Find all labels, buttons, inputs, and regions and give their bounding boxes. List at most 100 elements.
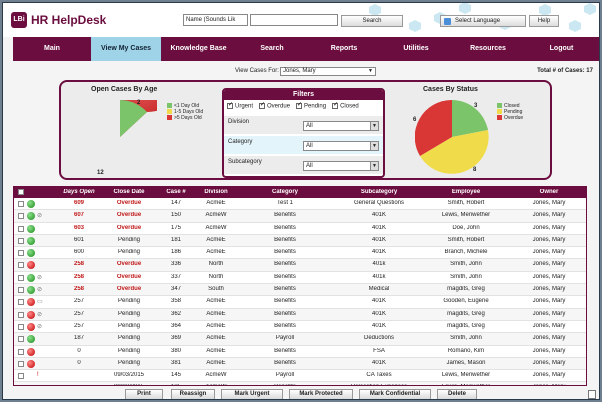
delete-button[interactable]: Delete — [437, 389, 477, 399]
nav-resources[interactable]: Resources — [452, 37, 524, 61]
cell-owner: Jones, Mary — [532, 261, 566, 268]
cell-case: 358 — [170, 298, 181, 305]
row-checkbox[interactable] — [18, 385, 24, 386]
cell-days: 0 — [77, 347, 81, 354]
age-label-2: 2 — [137, 100, 141, 106]
exclamation-icon: ! — [37, 372, 39, 379]
print-button[interactable]: Print — [125, 389, 163, 399]
total-cases: Total # of Cases: 17 — [537, 68, 593, 74]
cell-owner: Jones, Mary — [532, 273, 566, 280]
cell-close: Pending — [117, 359, 141, 366]
row-checkbox[interactable] — [18, 250, 24, 257]
checkbox[interactable] — [259, 101, 265, 109]
age-legend-item: >5 Days Old — [167, 115, 203, 121]
table-row[interactable]: 0 Pending 381 AcmeE Benefits 401K James, Mason… — [14, 357, 586, 371]
nav-logout[interactable]: Logout — [524, 37, 599, 61]
cell-case: 364 — [170, 322, 181, 329]
cell-sub: Relocation Expenses — [334, 384, 424, 385]
row-checkbox[interactable] — [18, 373, 24, 380]
view-cases-select[interactable]: Jones, Mary ▼ — [280, 67, 376, 76]
reassign-button[interactable]: Reassign — [171, 389, 215, 399]
row-checkbox[interactable] — [18, 213, 24, 220]
row-checkbox[interactable] — [18, 287, 24, 294]
filter-pending[interactable]: Pending — [296, 101, 326, 110]
col-subcategory[interactable]: Subcategory — [334, 189, 424, 195]
row-checkbox[interactable] — [18, 348, 24, 355]
cell-div: AcmeW — [205, 224, 227, 231]
cell-sub: 401K — [371, 359, 386, 366]
search-input[interactable] — [250, 14, 338, 26]
nav-utilities[interactable]: Utilities — [380, 37, 452, 61]
cell-owner: Jones, Mary — [532, 200, 566, 206]
table-row[interactable]: ⊘ 258 Overdue 347 South Benefits Medical magdit… — [14, 284, 586, 297]
table-row[interactable]: 09/03/2015135AcmeW Benefits Relocation Exp… — [14, 382, 586, 386]
row-checkbox[interactable] — [18, 336, 24, 343]
checkbox[interactable] — [332, 101, 338, 109]
col-owner[interactable]: Owner — [514, 189, 584, 195]
nav-view-my-cases[interactable]: View My Cases — [91, 37, 161, 61]
mark-protected-button[interactable]: Mark Protected — [289, 389, 353, 399]
mark-urgent-button[interactable]: Mark Urgent — [221, 389, 283, 399]
division-row: Division All ▼ — [224, 116, 383, 134]
col-employee[interactable]: Employee — [426, 189, 506, 195]
cell-owner: Jones, Mary — [532, 322, 566, 329]
cell-sub: FSA — [373, 347, 385, 354]
nav-reports[interactable]: Reports — [308, 37, 380, 61]
table-row[interactable]: 187 Pending 369 AcmeE Payroll Deductions Smith… — [14, 333, 586, 346]
filter-overdue[interactable]: Overdue — [259, 101, 290, 110]
help-button[interactable]: Help — [529, 15, 559, 27]
select-all-checkbox[interactable] — [18, 189, 24, 195]
cell-close: Overdue — [116, 261, 142, 268]
nav-main[interactable]: Main — [13, 37, 91, 61]
col-close-date[interactable]: Close Date — [104, 189, 154, 195]
cell-sub: 401K — [371, 212, 386, 219]
row-checkbox[interactable] — [18, 323, 24, 330]
table-row[interactable]: ⊘ 257 Pending 362 AcmeE Benefits 401K magdits, … — [14, 308, 586, 321]
table-row[interactable]: ! 09/03/2015 145 AcmeW Payroll CA Taxes Lewis,… — [14, 370, 586, 383]
row-checkbox[interactable] — [18, 262, 24, 269]
mark-confidential-button[interactable]: Mark Confidential — [359, 389, 431, 399]
search-type-select[interactable]: Name (Sounds Lik — [183, 14, 248, 26]
select-language-button[interactable]: Select Language — [440, 15, 526, 27]
filter-urgent[interactable]: Urgent — [227, 101, 253, 110]
cell-div: AcmeW — [205, 212, 227, 219]
search-button[interactable]: Search — [341, 15, 403, 27]
row-checkbox[interactable] — [18, 274, 24, 281]
table-row[interactable]: 258 Overdue 336 North Benefits 401k Smith, Joh… — [14, 259, 586, 272]
row-checkbox[interactable] — [18, 201, 24, 207]
table-row[interactable]: ⊘ 607 Overdue 150 AcmeW Benefits 401K Lewis, Me… — [14, 210, 586, 223]
table-row[interactable]: ▭ 257 Pending 358 AcmeE Benefits 401K Gooden, E… — [14, 296, 586, 309]
nav-search[interactable]: Search — [236, 37, 308, 61]
row-checkbox[interactable] — [18, 299, 24, 306]
cell-div: North — [208, 261, 224, 268]
col-days-open[interactable]: Days Open — [54, 189, 104, 195]
table-row[interactable]: ⊘ 257 Pending 364 AcmeE Benefits 401K magdits, … — [14, 321, 586, 334]
table-row[interactable]: 609 Overdue 147 AcmeE Test 1 General Question… — [14, 198, 586, 211]
table-row[interactable]: 0 Pending 380 AcmeE Benefits FSA Romano, Kim Jo… — [14, 346, 586, 358]
table-row[interactable]: 601 Pending 181 AcmeE Benefits 401K Smith, Rob… — [14, 234, 586, 248]
cell-close: Pending — [117, 249, 141, 256]
row-checkbox[interactable] — [18, 311, 24, 318]
table-row[interactable]: 600 Pending 186 AcmeE Benefits 401K Branch, Mi… — [14, 247, 586, 260]
checkbox[interactable] — [227, 101, 233, 109]
subcategory-select[interactable]: All ▼ — [303, 161, 379, 171]
cell-div: AcmeE — [206, 310, 226, 317]
status-green-icon — [27, 224, 35, 233]
checkbox[interactable] — [296, 101, 302, 109]
col-case-number[interactable]: Case # — [156, 189, 196, 195]
cell-emp: Smith, John — [450, 335, 482, 342]
table-row[interactable]: ⊘ 258 Overdue 337 North Benefits 401k Smith, Jo… — [14, 272, 586, 285]
filter-closed[interactable]: Closed — [332, 101, 359, 110]
col-division[interactable]: Division — [196, 189, 236, 195]
row-checkbox[interactable] — [18, 360, 24, 367]
division-select[interactable]: All ▼ — [303, 121, 379, 131]
col-category[interactable]: Category — [250, 189, 320, 195]
row-checkbox[interactable] — [18, 237, 24, 244]
row-checkbox[interactable] — [18, 225, 24, 232]
table-row[interactable]: 603 Overdue 175 AcmeW Benefits 401K Doe, John J… — [14, 223, 586, 235]
nav-knowledge-base[interactable]: Knowledge Base — [161, 37, 236, 61]
category-select[interactable]: All ▼ — [303, 141, 379, 151]
cell-close: Overdue — [116, 224, 142, 231]
cell-cat: Benefits — [274, 298, 296, 305]
export-icon[interactable] — [588, 390, 596, 399]
